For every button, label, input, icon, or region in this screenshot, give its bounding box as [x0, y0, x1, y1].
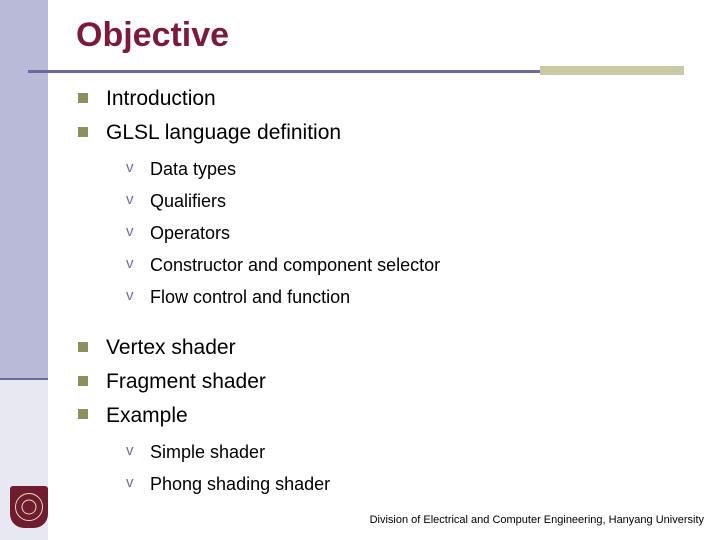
left-decoration-rule	[0, 378, 48, 380]
v-bullet-icon: v	[126, 287, 134, 305]
list-item-label: Operators	[150, 223, 231, 244]
square-bullet-icon	[78, 342, 88, 353]
v-bullet-icon: v	[126, 223, 134, 241]
list-item: v Constructor and component selector	[124, 249, 696, 281]
list-item-label: GLSL language definition	[106, 120, 342, 144]
outline-list: Introduction GLSL language definition v …	[76, 82, 696, 500]
list-item: v Phong shading shader	[124, 468, 696, 500]
list-item: Vertex shader	[76, 331, 696, 365]
square-bullet-icon	[78, 409, 88, 420]
list-item-label: Fragment shader	[106, 369, 266, 393]
list-item-label: Qualifiers	[150, 191, 227, 212]
page-title: Objective	[76, 16, 230, 54]
list-item: GLSL language definition	[76, 116, 696, 150]
list-item: v Flow control and function	[124, 281, 696, 313]
v-bullet-icon: v	[126, 442, 134, 460]
list-item-label: Constructor and component selector	[150, 255, 441, 276]
v-bullet-icon: v	[126, 159, 134, 177]
outline-sublist: v Data types v Qualifiers v Operators v …	[76, 153, 696, 313]
v-bullet-icon: v	[126, 191, 134, 209]
slide: Objective Introduction GLSL language def…	[0, 0, 720, 540]
square-bullet-icon	[78, 126, 88, 137]
university-logo	[10, 486, 48, 528]
list-item-label: Vertex shader	[106, 336, 236, 360]
list-item-label: Flow control and function	[150, 287, 351, 308]
list-item-label: Simple shader	[150, 442, 266, 463]
v-bullet-icon: v	[126, 255, 134, 273]
list-item-label: Example	[106, 403, 188, 427]
list-item: v Operators	[124, 217, 696, 249]
left-decoration-dark	[0, 0, 48, 380]
list-item-label: Phong shading shader	[150, 474, 331, 495]
outline-sublist: v Simple shader v Phong shading shader	[76, 436, 696, 500]
title-divider-accent	[540, 66, 684, 75]
list-item: v Data types	[124, 153, 696, 185]
list-item: Introduction	[76, 82, 696, 116]
slide-body: Introduction GLSL language definition v …	[76, 82, 696, 504]
square-bullet-icon	[78, 375, 88, 386]
list-item-label: Data types	[150, 159, 237, 180]
list-item: Fragment shader	[76, 365, 696, 399]
list-item: Example	[76, 399, 696, 433]
v-bullet-icon: v	[126, 474, 134, 492]
square-bullet-icon	[78, 92, 88, 103]
slide-footer: Division of Electrical and Computer Engi…	[369, 514, 704, 526]
logo-shield-icon	[10, 486, 48, 528]
logo-inner-ring	[21, 499, 37, 515]
list-item-label: Introduction	[106, 87, 216, 110]
list-item: v Simple shader	[124, 436, 696, 468]
list-item: v Qualifiers	[124, 185, 696, 217]
